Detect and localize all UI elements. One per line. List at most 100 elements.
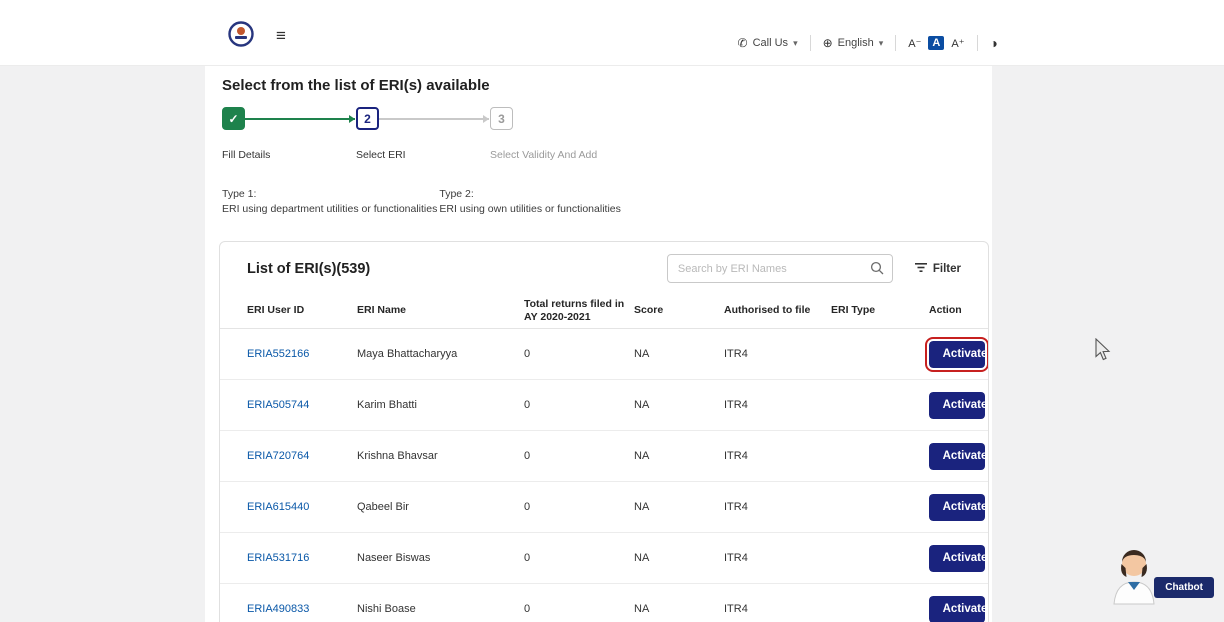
table-header-row: ERI User ID ERI Name Total returns filed… [220, 294, 988, 329]
activate-button[interactable]: Activate [929, 443, 985, 470]
type-2-description: Type 2: ERI using own utilities or funct… [439, 188, 621, 215]
column-header: Action [929, 304, 989, 317]
column-header: ERI Name [357, 304, 524, 317]
globe-icon: ⊕ [823, 36, 833, 50]
card-header: List of ERI(s)(539) Filter [220, 242, 988, 294]
chatbot-label[interactable]: Chatbot [1154, 577, 1214, 598]
eri-user-id-link[interactable]: ERIA490833 [247, 603, 309, 615]
returns-filed-cell: 0 [524, 501, 634, 513]
activate-button-wrapper: Activate [929, 392, 985, 419]
eri-name-cell: Karim Bhatti [357, 399, 524, 411]
activate-button-wrapper: Activate [929, 494, 985, 521]
activate-button-highlight: Activate [929, 341, 985, 368]
activate-button[interactable]: Activate [929, 494, 985, 521]
filter-icon [915, 262, 927, 276]
returns-filed-cell: 0 [524, 450, 634, 462]
step-connector [245, 118, 355, 120]
search-input[interactable] [667, 254, 893, 283]
top-header: ≡ ✆ Call Us ▾ ⊕ English ▾ A⁻ A A⁺ ◑ [0, 0, 1224, 66]
eri-name-cell: Qabeel Bir [357, 501, 524, 513]
step-2-label: Select ERI [356, 149, 406, 161]
language-label: English [838, 37, 874, 49]
divider [895, 35, 896, 51]
column-header: ERI User ID [247, 304, 357, 317]
stepper: ✓ 2 3 Fill Details Select ERI Select Val… [222, 107, 992, 171]
mouse-cursor-icon [1093, 338, 1111, 367]
score-cell: NA [634, 501, 724, 513]
authorised-to-file-cell: ITR4 [724, 450, 831, 462]
score-cell: NA [634, 450, 724, 462]
chatbot-widget[interactable]: Chatbot [1094, 542, 1224, 622]
filter-label: Filter [933, 263, 961, 275]
font-normal-button[interactable]: A [928, 36, 944, 50]
activate-button[interactable]: Activate [929, 545, 985, 572]
activate-button[interactable]: Activate [929, 596, 985, 622]
call-us-menu[interactable]: ✆ Call Us ▾ [738, 36, 798, 50]
font-increase-button[interactable]: A⁺ [951, 37, 964, 50]
eri-user-id-link[interactable]: ERIA505744 [247, 399, 309, 411]
table-row: ERIA615440 Qabeel Bir0NAITR4 Activate [220, 482, 988, 533]
filter-button[interactable]: Filter [915, 262, 961, 276]
eri-name-cell: Krishna Bhavsar [357, 450, 524, 462]
step-3-label: Select Validity And Add [490, 149, 597, 161]
authorised-to-file-cell: ITR4 [724, 399, 831, 411]
score-cell: NA [634, 552, 724, 564]
step-1-label: Fill Details [222, 149, 270, 161]
score-cell: NA [634, 399, 724, 411]
font-decrease-button[interactable]: A⁻ [908, 37, 921, 50]
chatbot-avatar-icon[interactable] [1108, 542, 1160, 611]
activate-button-wrapper: Activate [929, 596, 985, 622]
header-actions: ✆ Call Us ▾ ⊕ English ▾ A⁻ A A⁺ ◑ [738, 35, 998, 51]
card-title: List of ERI(s)(539) [247, 261, 370, 277]
column-header: Total returns filed in AY 2020-2021 [524, 298, 634, 324]
authorised-to-file-cell: ITR4 [724, 348, 831, 360]
eri-user-id-link[interactable]: ERIA615440 [247, 501, 309, 513]
table-row: ERIA720764 Krishna Bhavsar0NAITR4 Activate [220, 431, 988, 482]
page: ≡ ✆ Call Us ▾ ⊕ English ▾ A⁻ A A⁺ ◑ [0, 0, 1224, 622]
authorised-to-file-cell: ITR4 [724, 501, 831, 513]
score-cell: NA [634, 348, 724, 360]
eri-user-id-link[interactable]: ERIA552166 [247, 348, 309, 360]
returns-filed-cell: 0 [524, 348, 634, 360]
divider [810, 35, 811, 51]
search-box [667, 254, 893, 283]
activate-button[interactable]: Activate [929, 341, 985, 368]
language-menu[interactable]: ⊕ English ▾ [823, 36, 884, 50]
main-panel: Select from the list of ERI(s) available… [205, 66, 992, 622]
authorised-to-file-cell: ITR4 [724, 603, 831, 615]
step-connector [379, 118, 489, 120]
table-row: ERIA531716Naseer Biswas0NAITR4Activate [220, 533, 988, 584]
column-header: ERI Type [831, 304, 929, 317]
divider [977, 35, 978, 51]
chevron-down-icon: ▾ [793, 38, 798, 49]
step-2-active: 2 [356, 107, 379, 130]
eri-user-id-link[interactable]: ERIA720764 [247, 450, 309, 462]
score-cell: NA [634, 603, 724, 615]
eri-table-body: ERIA552166Maya Bhattacharyya0NAITR4Activ… [220, 329, 988, 622]
dark-mode-toggle-icon[interactable]: ◑ [990, 35, 998, 51]
activate-button-wrapper: Activate [929, 443, 985, 470]
eri-user-id-link[interactable]: ERIA531716 [247, 552, 309, 564]
activate-button-wrapper: Activate [929, 545, 985, 572]
page-title: Select from the list of ERI(s) available [222, 77, 992, 94]
chevron-down-icon: ▾ [879, 38, 884, 49]
column-header: Score [634, 304, 724, 317]
menu-icon[interactable]: ≡ [276, 26, 286, 46]
activate-button[interactable]: Activate [929, 392, 985, 419]
returns-filed-cell: 0 [524, 399, 634, 411]
table-row: ERIA552166 Maya Bhattacharyya0NAITR4 Activ… [220, 329, 988, 380]
table-row: ERIA490833Nishi Boase0NAITR4Activate [220, 584, 988, 622]
step-1-done: ✓ [222, 107, 245, 130]
app-logo-icon [228, 21, 254, 52]
eri-name-cell: Nishi Boase [357, 603, 524, 615]
phone-icon: ✆ [738, 36, 748, 50]
eri-type-legend: Type 1: ERI using department utilities o… [222, 188, 992, 215]
returns-filed-cell: 0 [524, 552, 634, 564]
eri-name-cell: Maya Bhattacharyya [357, 348, 524, 360]
step-3-pending: 3 [490, 107, 513, 130]
column-header: Authorised to file [724, 304, 831, 317]
font-size-controls: A⁻ A A⁺ [908, 36, 964, 50]
eri-name-cell: Naseer Biswas [357, 552, 524, 564]
table-row: ERIA505744 Karim Bhatti0NAITR4 Activate [220, 380, 988, 431]
search-icon[interactable] [870, 261, 884, 280]
